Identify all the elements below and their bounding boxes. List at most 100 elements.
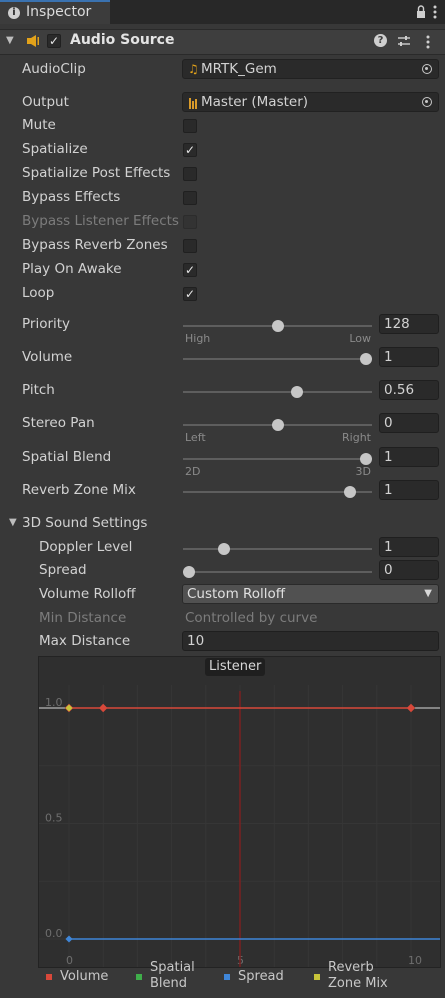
object-picker-icon[interactable] <box>422 64 432 74</box>
output-field[interactable]: Master (Master) <box>182 92 439 112</box>
component-enabled-checkbox[interactable]: ✓ <box>47 34 61 48</box>
volume-key <box>98 703 108 713</box>
volume-slider-handle[interactable] <box>360 353 372 365</box>
audioclip-label: AudioClip <box>22 61 86 77</box>
min-distance-label: Min Distance <box>39 610 127 626</box>
volume-legend-label: Volume <box>60 969 109 984</box>
x-tick-label: 0 <box>66 954 73 967</box>
stereo-pan-min-label: Left <box>185 431 206 444</box>
pitch-label: Pitch <box>22 382 55 398</box>
component-title: Audio Source <box>70 32 175 48</box>
spread-legend-swatch <box>224 974 230 980</box>
priority-max-label: Low <box>349 332 371 345</box>
loop-checkbox[interactable]: ✓ <box>183 287 197 301</box>
rolloff-graph-canvas: 1.00.50.00510 <box>39 685 440 967</box>
y-tick-label: 1.0 <box>45 696 63 709</box>
volume-rolloff-label: Volume Rolloff <box>39 586 136 602</box>
audioclip-field[interactable]: ♫ MRTK_Gem <box>182 59 439 79</box>
spatial-blend-legend-swatch <box>136 974 142 980</box>
pitch-slider-track[interactable] <box>183 391 372 393</box>
spatial-blend-slider-handle[interactable] <box>360 453 372 465</box>
reverb-zone-mix-legend-swatch <box>314 974 320 980</box>
y-tick-label: 0.5 <box>45 812 63 825</box>
priority-min-label: High <box>185 332 211 345</box>
bypass-effects-checkbox[interactable] <box>183 191 197 205</box>
audio-clip-icon: ♫ <box>188 62 199 76</box>
stereo-pan-label: Stereo Pan <box>22 415 95 431</box>
spatial-blend-label: Spatial Blend <box>22 449 112 465</box>
pitch-value-field[interactable]: 0.56 <box>379 380 439 400</box>
stereo-pan-max-label: Right <box>342 431 371 444</box>
component-menu-icon[interactable] <box>425 34 431 50</box>
spread-slider-handle[interactable] <box>183 566 195 578</box>
priority-slider-handle[interactable] <box>272 320 284 332</box>
spatial-blend-legend-label: Spatial Blend <box>150 960 195 991</box>
chevron-down-icon: ▼ <box>424 588 432 599</box>
spread-legend-label: Spread <box>238 969 284 984</box>
bypass-effects-label: Bypass Effects <box>22 189 121 205</box>
stereo-pan-slider-handle[interactable] <box>272 419 284 431</box>
component-header[interactable]: ▼ ✓ Audio Source ? <box>0 29 445 55</box>
reverb-key <box>65 704 73 712</box>
spread-slider-track[interactable] <box>183 571 372 573</box>
spatial-blend-value-field[interactable]: 1 <box>379 447 439 467</box>
max-distance-label: Max Distance <box>39 633 131 649</box>
mixer-group-icon <box>189 97 197 109</box>
bypass-listener-effects-label: Bypass Listener Effects <box>22 213 179 229</box>
spatialize-checkbox[interactable]: ✓ <box>183 143 197 157</box>
audio-source-icon <box>26 34 40 48</box>
volume-rolloff-dropdown[interactable]: Custom Rolloff ▼ <box>182 584 439 604</box>
stereo-pan-value-field[interactable]: 0 <box>379 413 439 433</box>
max-distance-field[interactable]: 10 <box>182 631 439 651</box>
tab-title: Inspector <box>26 4 92 20</box>
mute-checkbox[interactable] <box>183 119 197 133</box>
tab-bar: i Inspector <box>0 0 445 24</box>
presets-icon[interactable] <box>397 34 411 48</box>
pitch-slider-handle[interactable] <box>291 386 303 398</box>
spatialize-label: Spatialize <box>22 141 88 157</box>
volume-key <box>406 703 416 713</box>
foldout-arrow-icon[interactable]: ▼ <box>6 35 14 46</box>
volume-legend-swatch <box>46 974 52 980</box>
play-on-awake-checkbox[interactable]: ✓ <box>183 263 197 277</box>
spatial-blend-max-label: 3D <box>355 465 371 478</box>
tab-inspector[interactable]: i Inspector <box>0 0 110 24</box>
spread-label: Spread <box>39 562 87 578</box>
volume-value-field[interactable]: 1 <box>379 347 439 367</box>
bypass-listener-effects-checkbox <box>183 215 197 229</box>
reverb-zone-mix-value-field[interactable]: 1 <box>379 480 439 500</box>
lock-icon[interactable] <box>416 5 426 19</box>
more-icon[interactable] <box>432 4 438 20</box>
volume-slider-track[interactable] <box>183 358 372 360</box>
y-tick-label: 0.0 <box>45 927 63 940</box>
info-icon: i <box>8 7 20 19</box>
mute-label: Mute <box>22 117 56 133</box>
doppler-level-value-field[interactable]: 1 <box>379 537 439 557</box>
3d-sound-settings-title[interactable]: 3D Sound Settings <box>22 515 147 531</box>
bypass-reverb-zones-checkbox[interactable] <box>183 239 197 253</box>
min-distance-value: Controlled by curve <box>185 610 318 626</box>
spread-value-field[interactable]: 0 <box>379 560 439 580</box>
output-value: Master (Master) <box>201 94 309 110</box>
help-icon[interactable]: ? <box>374 34 387 47</box>
3d-settings-foldout-icon[interactable]: ▼ <box>9 517 17 528</box>
spatial-blend-min-label: 2D <box>185 465 201 478</box>
reverb-zone-mix-label: Reverb Zone Mix <box>22 482 136 498</box>
rolloff-graph[interactable]: 1.00.50.00510 Listener <box>38 656 441 968</box>
output-label: Output <box>22 94 69 110</box>
object-picker-icon[interactable] <box>422 97 432 107</box>
doppler-level-slider-track[interactable] <box>183 548 372 550</box>
spread-key <box>65 935 73 943</box>
reverb-zone-mix-slider-handle[interactable] <box>344 486 356 498</box>
spatialize-post-effects-checkbox[interactable] <box>183 167 197 181</box>
doppler-level-slider-handle[interactable] <box>218 543 230 555</box>
volume-rolloff-value: Custom Rolloff <box>187 586 286 602</box>
bypass-reverb-zones-label: Bypass Reverb Zones <box>22 237 168 253</box>
listener-label: Listener <box>205 658 266 676</box>
volume-label: Volume <box>22 349 73 365</box>
spatialize-post-effects-label: Spatialize Post Effects <box>22 165 171 181</box>
priority-value-field[interactable]: 128 <box>379 314 439 334</box>
spatial-blend-slider-track[interactable] <box>183 458 372 460</box>
x-tick-label: 10 <box>408 954 422 967</box>
play-on-awake-label: Play On Awake <box>22 261 122 277</box>
